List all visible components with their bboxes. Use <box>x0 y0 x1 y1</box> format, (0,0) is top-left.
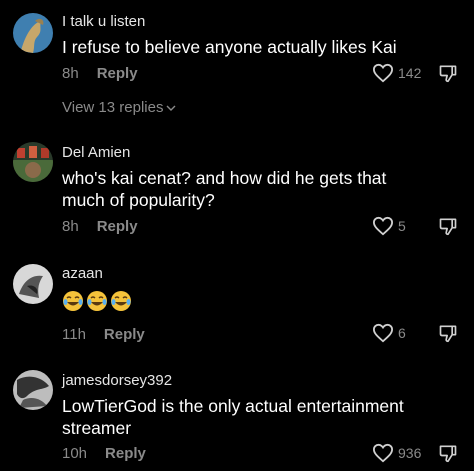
thumbs-down-icon <box>439 325 457 343</box>
like-button[interactable]: 142 <box>372 63 421 83</box>
comment-text: who's kai cenat? and how did he gets tha… <box>62 168 387 210</box>
emoji-row <box>62 290 132 312</box>
reply-button[interactable]: Reply <box>104 326 145 343</box>
chevron-down-icon <box>166 105 176 111</box>
username[interactable]: azaan <box>62 265 103 282</box>
like-count: 936 <box>398 445 422 461</box>
heart-icon <box>372 216 394 236</box>
laughing-emoji <box>86 290 108 312</box>
avatar-image <box>13 142 53 182</box>
view-replies-button[interactable]: View 13 replies <box>62 99 176 116</box>
comment-text: LowTierGod is the only actual entertainm… <box>62 396 404 438</box>
like-button[interactable]: 6 <box>372 323 406 343</box>
timestamp: 10h <box>62 445 88 462</box>
avatar-image <box>13 370 53 410</box>
dislike-button[interactable] <box>438 63 458 88</box>
thumbs-down-icon <box>439 445 457 463</box>
avatar[interactable] <box>13 370 53 410</box>
reply-button[interactable]: Reply <box>97 65 138 82</box>
username[interactable]: Del Amien <box>62 144 130 161</box>
reply-button[interactable]: Reply <box>105 445 146 462</box>
comment-meta: 8h Reply <box>62 65 138 82</box>
timestamp: 11h <box>62 326 86 343</box>
comment-meta: 11h Reply <box>62 326 145 343</box>
username[interactable]: jamesdorsey392 <box>62 372 172 389</box>
like-count: 142 <box>398 65 422 81</box>
thumbs-down-icon <box>439 218 457 236</box>
heart-icon <box>372 63 394 83</box>
laughing-emoji <box>110 290 132 312</box>
comment-text: I refuse to believe anyone actually like… <box>62 37 397 57</box>
thumbs-down-icon <box>439 65 457 83</box>
laughing-emoji <box>62 290 84 312</box>
timestamp: 8h <box>62 218 79 235</box>
dislike-button[interactable] <box>438 323 458 348</box>
view-replies-label: View 13 replies <box>62 99 164 116</box>
comment-meta: 10h Reply <box>62 445 146 462</box>
like-count: 5 <box>398 218 406 234</box>
avatar[interactable] <box>13 13 53 53</box>
tears-of-joy-icon <box>111 291 131 311</box>
heart-icon <box>372 443 394 463</box>
reply-button[interactable]: Reply <box>97 218 138 235</box>
tears-of-joy-icon <box>63 291 83 311</box>
username[interactable]: I talk u listen <box>62 13 145 30</box>
like-count: 6 <box>398 325 406 341</box>
dislike-button[interactable] <box>438 443 458 468</box>
heart-icon <box>372 323 394 343</box>
like-button[interactable]: 5 <box>372 216 406 236</box>
avatar[interactable] <box>13 142 53 182</box>
comment-meta: 8h Reply <box>62 218 138 235</box>
dislike-button[interactable] <box>438 216 458 241</box>
tears-of-joy-icon <box>87 291 107 311</box>
avatar-image <box>13 264 53 304</box>
avatar[interactable] <box>13 264 53 304</box>
like-button[interactable]: 936 <box>372 443 421 463</box>
timestamp: 8h <box>62 65 79 82</box>
avatar-image <box>13 13 53 53</box>
